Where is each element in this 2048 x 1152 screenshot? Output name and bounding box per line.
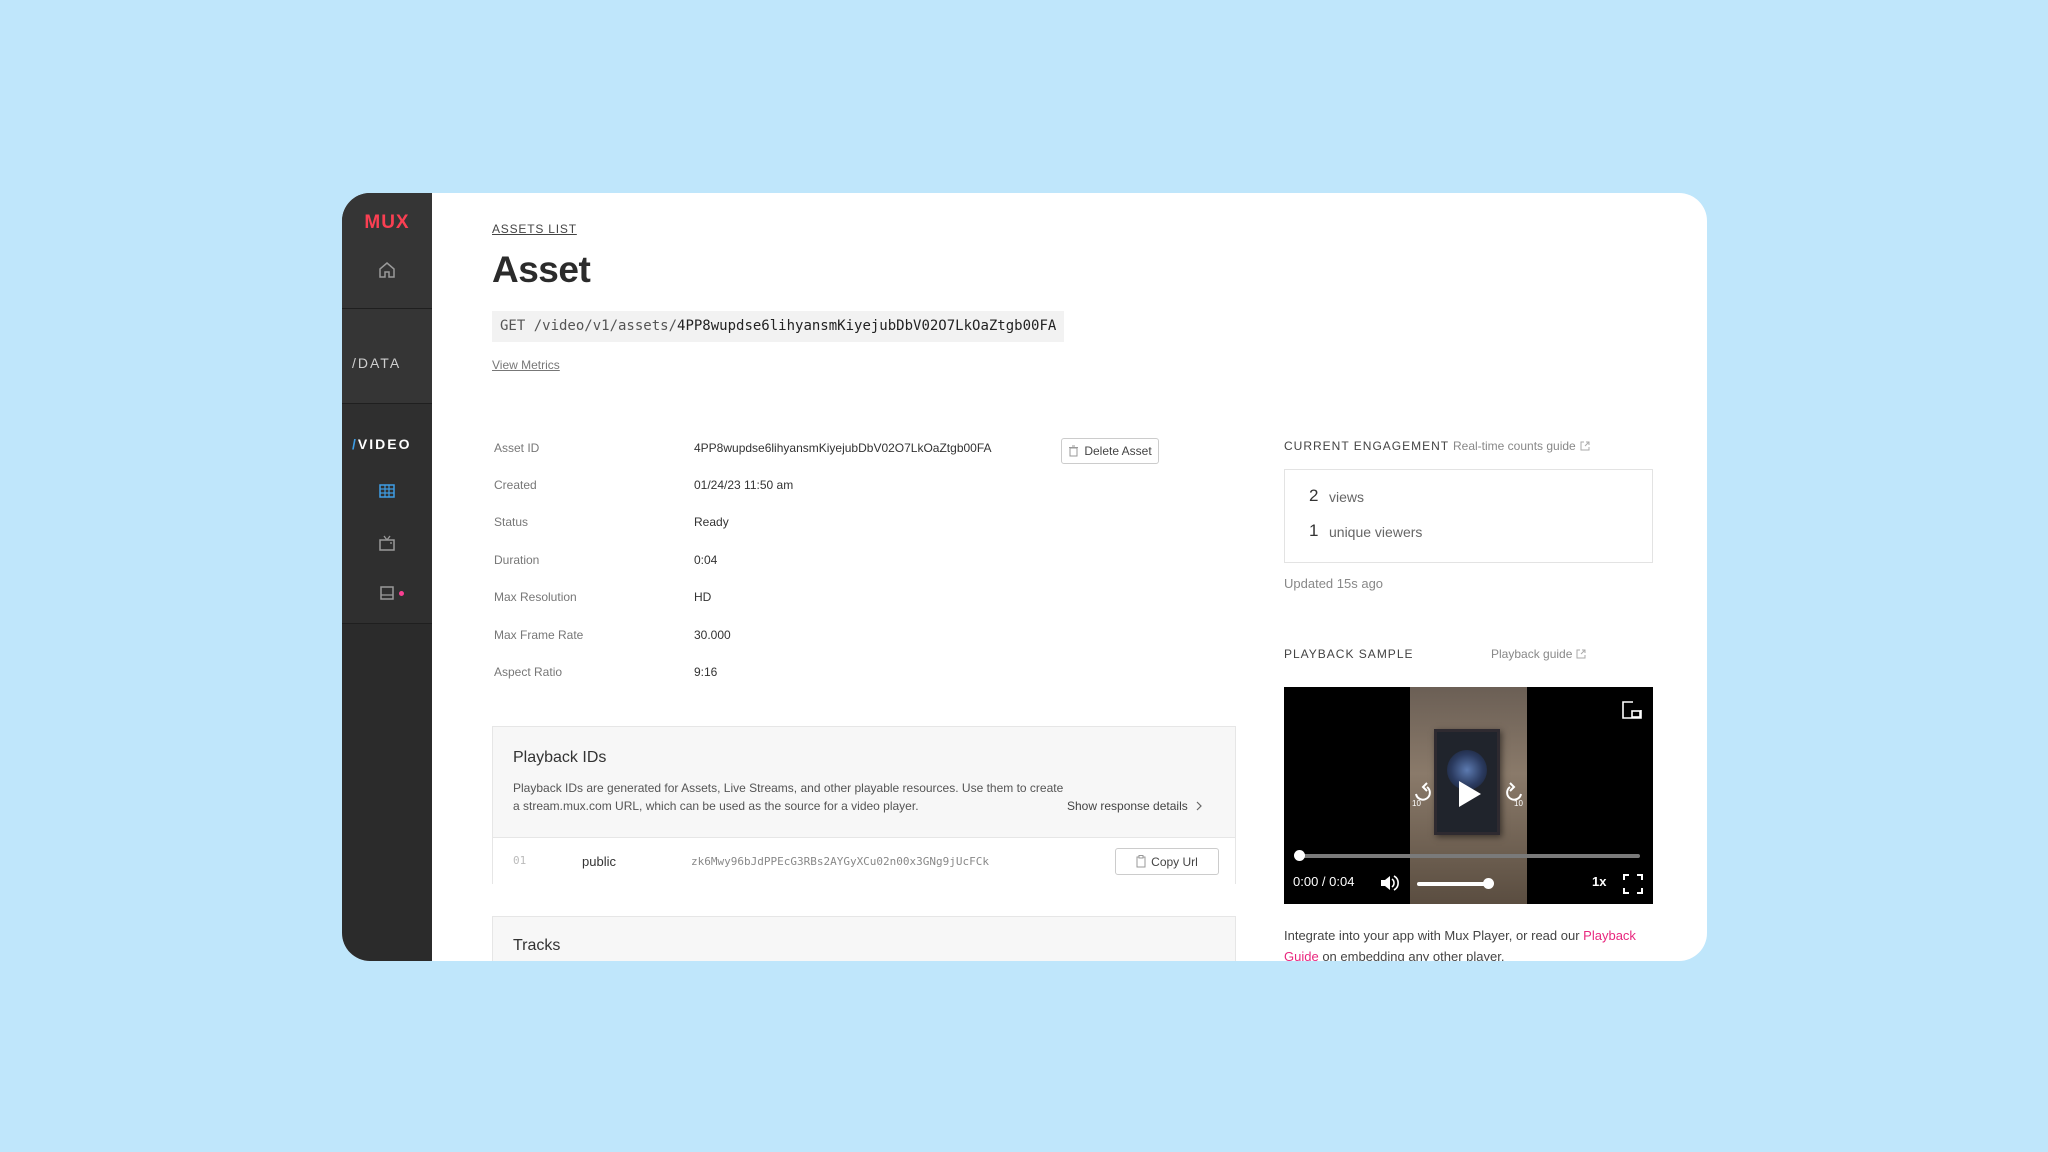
skip-forward-icon[interactable]: 10 (1504, 781, 1526, 807)
meta-value-asset-id: 4PP8wupdse6lihyansmKiyejubDbV02O7LkOaZtg… (694, 441, 992, 455)
monitor-icon[interactable] (375, 581, 399, 605)
meta-value-max-resolution: HD (694, 590, 712, 604)
tracks-panel: Tracks (492, 916, 1236, 961)
skip-back-icon[interactable]: 10 (1411, 781, 1433, 807)
playback-id-policy: public (582, 854, 616, 869)
page-title: Asset (492, 249, 591, 290)
real-time-counts-guide-link[interactable]: Real-time counts guide (1453, 439, 1590, 453)
show-response-details-label: Show response details (1067, 799, 1188, 813)
endpoint-asset-id: 4PP8wupdse6lihyansmKiyejubDbV02O7LkOaZtg… (677, 318, 1057, 334)
time-display: 0:00 / 0:04 (1293, 874, 1355, 889)
unique-viewers-label: unique viewers (1329, 524, 1423, 540)
unique-viewers-count: 1 (1309, 521, 1319, 540)
meta-label-duration: Duration (494, 553, 540, 567)
sidebar-divider (342, 308, 432, 309)
meta-value-created: 01/24/23 11:50 am (694, 478, 794, 492)
playback-speed-button[interactable]: 1x (1592, 874, 1606, 889)
meta-label-asset-id: Asset ID (494, 441, 540, 455)
meta-value-max-frame-rate: 30.000 (694, 628, 731, 642)
delete-asset-label: Delete Asset (1084, 444, 1152, 458)
endpoint-prefix: GET /video/v1/assets/ (500, 318, 678, 334)
meta-label-max-frame-rate: Max Frame Rate (494, 628, 584, 642)
volume-slider[interactable] (1417, 882, 1489, 886)
meta-label-status: Status (494, 515, 529, 529)
meta-value-duration: 0:04 (694, 553, 718, 567)
live-stream-tv-icon[interactable] (375, 531, 399, 555)
view-metrics-link[interactable]: View Metrics (492, 358, 560, 372)
copy-url-label: Copy Url (1151, 854, 1198, 869)
sidebar-item-video-label: VIDEO (357, 436, 412, 452)
sidebar-item-video[interactable]: /VIDEO (352, 436, 411, 452)
meta-value-aspect-ratio: 9:16 (694, 665, 718, 679)
playback-ids-panel: Playback IDs Playback IDs are generated … (492, 726, 1236, 886)
progress-bar[interactable] (1298, 854, 1640, 858)
meta-value-status: Ready (694, 515, 729, 529)
fullscreen-icon[interactable] (1623, 874, 1643, 894)
views-count: 2 (1309, 486, 1319, 505)
sidebar: MUX /DATA /VIDEO (342, 193, 432, 961)
meta-label-aspect-ratio: Aspect Ratio (494, 665, 563, 679)
playback-guide-link[interactable]: Playback guide (1491, 647, 1586, 661)
trash-icon (1069, 445, 1079, 457)
integrate-intro: Integrate into your app with Mux Player,… (1284, 928, 1580, 943)
picture-in-picture-icon[interactable] (1621, 700, 1643, 720)
video-player[interactable]: 10 10 0:00 / 0:04 1x (1284, 687, 1653, 904)
external-link-icon (1576, 649, 1586, 659)
mux-logo[interactable]: MUX (342, 212, 432, 234)
sidebar-divider (342, 623, 432, 624)
sidebar-item-data-label: DATA (357, 355, 402, 371)
playback-id-index: 01 (513, 854, 527, 867)
delete-asset-button[interactable]: Delete Asset (1061, 438, 1159, 464)
main-content: ASSETS LIST Asset GET /video/v1/assets/4… (432, 193, 1707, 961)
svg-text:10: 10 (1412, 799, 1421, 807)
integrate-text: Integrate into your app with Mux Player,… (1284, 925, 1653, 961)
playback-ids-description: Playback IDs are generated for Assets, L… (513, 781, 1064, 813)
volume-icon[interactable] (1379, 874, 1399, 892)
meta-label-created: Created (494, 478, 537, 492)
breadcrumb[interactable]: ASSETS LIST (492, 222, 577, 236)
meta-label-max-resolution: Max Resolution (494, 590, 577, 604)
views-label: views (1329, 489, 1365, 505)
playback-id-value: zk6Mwy96bJdPPEcG3RBs2AYGyXCu02n00x3GNg9j… (691, 855, 990, 868)
clipboard-icon (1136, 855, 1146, 868)
current-engagement-title: CURRENT ENGAGEMENT (1284, 439, 1450, 453)
playback-ids-title: Playback IDs (513, 749, 607, 766)
assets-film-icon[interactable] (375, 479, 399, 503)
real-time-counts-guide-label: Real-time counts guide (1453, 439, 1576, 453)
sidebar-item-data[interactable]: /DATA (352, 355, 401, 371)
external-link-icon (1580, 441, 1590, 451)
copy-url-button[interactable]: Copy Url (1115, 848, 1219, 875)
sidebar-divider (342, 403, 432, 404)
playback-guide-label: Playback guide (1491, 647, 1573, 661)
tracks-title: Tracks (513, 937, 561, 954)
home-icon[interactable] (375, 258, 399, 282)
playback-id-row: 01 public zk6Mwy96bJdPPEcG3RBs2AYGyXCu02… (493, 837, 1235, 886)
engagement-updated: Updated 15s ago (1284, 576, 1384, 591)
svg-text:10: 10 (1514, 799, 1523, 807)
playback-sample-title: PLAYBACK SAMPLE (1284, 647, 1414, 661)
notification-dot (399, 591, 404, 596)
progress-handle[interactable] (1294, 850, 1305, 861)
chevron-right-icon (1196, 801, 1202, 811)
play-icon[interactable] (1454, 778, 1484, 810)
app-window: MUX /DATA /VIDEO ASSETS LIST Asset GET /… (342, 193, 1707, 961)
integrate-tail: on embedding any other player. (1322, 949, 1505, 961)
engagement-box: 2 views 1 unique viewers (1284, 469, 1653, 563)
api-endpoint: GET /video/v1/assets/4PP8wupdse6lihyansm… (492, 311, 1065, 342)
show-response-details-link[interactable]: Show response details (1067, 799, 1202, 813)
